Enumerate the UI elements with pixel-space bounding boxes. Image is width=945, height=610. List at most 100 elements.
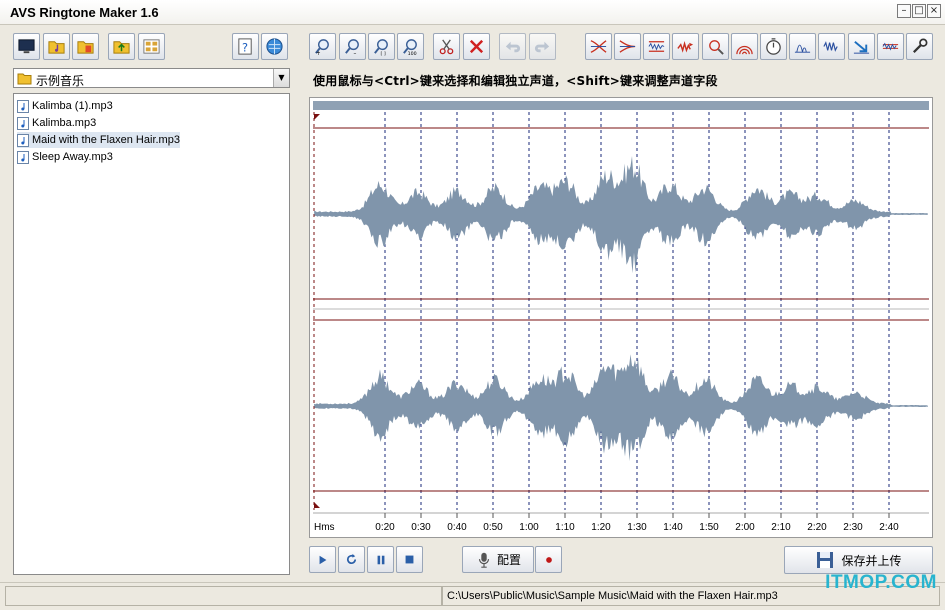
list-item-selected[interactable]: Maid with the Flaxen Hair.mp3 [17,132,180,148]
zoom-full-button[interactable]: 100 [397,33,424,60]
reverse-button[interactable] [848,33,875,60]
list-item[interactable]: Kalimba (1).mp3 [17,98,113,114]
chevron-down-icon[interactable]: ▼ [273,69,289,87]
view-mode-button[interactable] [138,33,165,60]
config-button[interactable]: 配置 [462,546,534,573]
tempo-button[interactable] [760,33,787,60]
echo-button[interactable] [731,33,758,60]
microphone-icon [478,552,490,568]
folder-icon [17,73,32,85]
maximize-button[interactable]: □ [912,4,926,18]
equalizer-button[interactable] [702,33,729,60]
status-bar: C:\Users\Public\Music\Sample Music\Maid … [0,582,945,610]
zoom-selection-button[interactable]: [ ] [368,33,395,60]
timeline-tick-label: 1:40 [663,522,683,533]
save-upload-button[interactable]: 保存并上传 [784,546,933,574]
redo-button[interactable] [529,33,556,60]
pause-button[interactable] [367,546,394,573]
update-button[interactable] [261,33,288,60]
waveform-canvas[interactable]: Hms 0:20 0:30 0:40 0:50 1:00 1:10 1:20 1:30 1:40… [310,98,932,537]
zoom-in-button[interactable]: + [309,33,336,60]
list-view-icon [143,39,160,54]
music-folder-button[interactable] [43,33,70,60]
pause-icon [377,555,384,564]
timeline-tick-label: 2:00 [735,522,755,533]
timeline-tick-label: 1:50 [699,522,719,533]
amplify-button[interactable] [672,33,699,60]
window-controls: – □ × [897,4,941,18]
globe-icon [266,38,283,55]
help-button[interactable]: ? [232,33,259,60]
equalizer-icon [709,40,724,55]
svg-text:+: + [316,51,321,56]
delete-icon [469,39,484,54]
fade-out-icon [619,40,636,53]
playlist-folder-button[interactable] [72,33,99,60]
scissors-icon [439,39,454,55]
delete-button[interactable] [463,33,490,60]
list-item[interactable]: Sleep Away.mp3 [17,149,113,165]
play-icon [319,555,326,564]
fade-in-button[interactable] [585,33,612,60]
file-name: Sleep Away.mp3 [32,151,113,163]
save-icon [817,552,834,568]
loop-button[interactable] [338,546,365,573]
folder-up-button[interactable] [108,33,135,60]
svg-text:?: ? [242,40,248,54]
normalize-button[interactable] [643,33,670,60]
folder-up-icon [113,41,130,54]
time-grid [313,112,890,510]
timeline-tick-label: 2:40 [879,522,899,533]
usage-hint: 使用鼠标与<Ctrl>键来选择和编辑独立声道，<Shift>键来调整声道字段 [313,74,718,88]
play-button[interactable] [309,546,336,573]
cut-button[interactable] [433,33,460,60]
timeline-tick-label: 1:00 [519,522,539,533]
loop-icon [346,553,357,565]
file-list[interactable]: Kalimba (1).mp3 Kalimba.mp3 Maid with th… [13,93,290,575]
waveform-editor[interactable]: Hms 0:20 0:30 0:40 0:50 1:00 1:10 1:20 1:30 1:40… [309,97,933,538]
monitor-icon [18,39,35,54]
file-name: Kalimba (1).mp3 [32,100,113,112]
chorus-button[interactable] [818,33,845,60]
config-label: 配置 [496,553,521,567]
audio-file-icon [17,99,29,113]
minimize-button[interactable]: – [897,4,911,18]
undo-icon [505,41,521,53]
timeline-tick-label: 0:20 [375,522,395,533]
selection-bar[interactable] [313,101,929,110]
fade-in-icon [590,40,607,53]
start-marker-top[interactable] [314,114,320,120]
timeline-ticks: 0:20 0:30 0:40 0:50 1:00 1:10 1:20 1:30 1:40 1:50… [375,513,899,533]
zoom-out-button[interactable]: – [339,33,366,60]
timeline-tick-label: 1:30 [627,522,647,533]
settings-button[interactable] [906,33,933,60]
close-button[interactable]: × [927,4,941,18]
stop-button[interactable] [396,546,423,573]
computer-button[interactable] [13,33,40,60]
window-title: AVS Ringtone Maker 1.6 [10,5,159,20]
zoom-100-icon: 100 [403,39,417,56]
record-button[interactable] [535,546,562,573]
undo-button[interactable] [499,33,526,60]
list-item[interactable]: Kalimba.mp3 [17,115,96,131]
normalize-icon [648,41,665,52]
status-cell-empty [5,586,442,606]
zoom-selection-icon: [ ] [374,39,388,56]
audio-file-icon [17,150,29,164]
reverse-icon [853,41,870,54]
svg-text:100: 100 [408,51,417,56]
timeline-tick-label: 1:10 [555,522,575,533]
title-bar: AVS Ringtone Maker 1.6 – □ × [0,0,945,25]
fade-out-button[interactable] [614,33,641,60]
folder-select[interactable]: 示例音乐 ▼ [13,68,290,88]
wrench-icon [912,38,928,54]
timeline-tick-label: 2:20 [807,522,827,533]
timeline-tick-label: 0:50 [483,522,503,533]
noise-icon [882,42,899,51]
stop-icon [405,555,414,564]
start-marker-bottom[interactable] [314,502,320,508]
timeline-tick-label: 1:20 [591,522,611,533]
svg-text:–: – [353,51,356,56]
pitch-button[interactable] [789,33,816,60]
noise-removal-button[interactable] [877,33,904,60]
